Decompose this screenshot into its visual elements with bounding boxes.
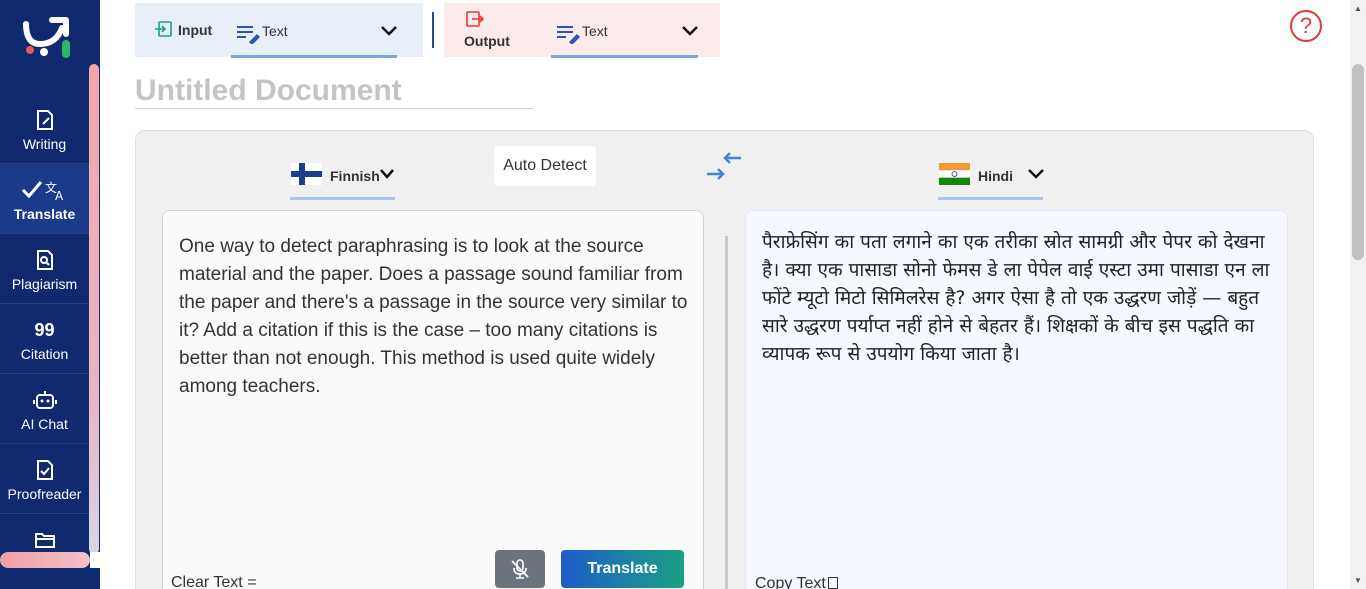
target-language-select[interactable]: Hindi — [938, 158, 1044, 200]
sidebar-bottom-bar — [0, 552, 90, 568]
sidebar-item-proofreader[interactable]: Proofreader — [0, 444, 89, 514]
sidebar-item-translate[interactable]: 文A Translate — [0, 164, 89, 234]
sidebar-item-label: Writing — [22, 136, 67, 152]
input-format-panel: Input Text — [135, 3, 423, 58]
copy-text-button[interactable]: Copy Text — [755, 575, 838, 589]
source-language-name: Finnish — [330, 168, 380, 184]
swap-languages-icon[interactable] — [705, 150, 743, 182]
output-format-panel: Output Text — [444, 3, 720, 58]
scrollbar-thumb[interactable] — [1352, 64, 1364, 260]
output-type-value: Text — [582, 23, 608, 39]
input-label: Input — [178, 22, 213, 38]
chevron-down-icon — [381, 26, 397, 36]
folder-icon — [0, 528, 89, 552]
page-scrollbar[interactable]: ▲ ▼ — [1350, 0, 1366, 589]
sidebar-item-writing[interactable]: Writing — [0, 94, 89, 164]
input-type-value: Text — [262, 23, 288, 39]
clear-text-button[interactable]: Clear Text = — [171, 574, 257, 589]
translate-icon: 文A — [0, 178, 89, 202]
source-text[interactable]: One way to detect paraphrasing is to loo… — [179, 233, 689, 401]
sidebar-item-label: AI Chat — [21, 416, 68, 432]
output-type-select[interactable]: Text — [551, 20, 698, 58]
sidebar-item-plagiarism[interactable]: Plagiarism — [0, 234, 89, 304]
sidebar-item-citation[interactable]: 99 Citation — [0, 304, 89, 374]
sidebar: Writing 文A Translate Plagiarism 99 Citat… — [0, 0, 100, 589]
chevron-down-icon — [682, 26, 698, 36]
input-type-select[interactable]: Text — [231, 20, 397, 58]
india-flag-icon — [939, 163, 970, 185]
input-icon — [155, 21, 172, 37]
sidebar-item-folder[interactable] — [0, 514, 89, 584]
mic-off-icon — [511, 559, 529, 579]
sidebar-item-label: Citation — [20, 346, 69, 362]
sidebar-item-label: Plagiarism — [11, 276, 78, 292]
output-label: Output — [464, 33, 510, 49]
panel-splitter[interactable] — [725, 236, 728, 589]
help-icon[interactable]: ? — [1290, 10, 1322, 42]
proofreader-icon — [0, 458, 89, 482]
scroll-up-icon[interactable]: ▲ — [1354, 4, 1362, 13]
plagiarism-icon — [0, 248, 89, 272]
robot-icon — [0, 388, 89, 412]
sidebar-scrollbar[interactable] — [89, 64, 99, 554]
copy-text-label: Copy Text — [755, 575, 826, 589]
auto-detect-button[interactable]: Auto Detect — [494, 146, 596, 186]
tab-divider — [432, 12, 434, 48]
target-language-name: Hindi — [978, 168, 1013, 184]
scroll-down-icon[interactable]: ▼ — [1354, 576, 1362, 585]
sidebar-bottom-gap — [90, 552, 100, 568]
sidebar-item-ai-chat[interactable]: AI Chat — [0, 374, 89, 444]
copy-icon — [827, 577, 838, 589]
sidebar-item-label: Proofreader — [7, 486, 82, 502]
svg-text:A: A — [55, 189, 64, 202]
text-format-icon — [557, 26, 580, 44]
citation-icon: 99 — [34, 319, 55, 340]
translate-button[interactable]: Translate — [561, 550, 684, 588]
sidebar-item-label: Translate — [13, 206, 76, 222]
title-underline — [135, 108, 533, 109]
translated-text: पैराफ्रेसिंग का पता लगाने का एक तरीका स्… — [762, 231, 1270, 365]
document-title[interactable]: Untitled Document — [135, 74, 402, 108]
writing-icon — [0, 108, 89, 132]
chevron-down-icon — [380, 169, 394, 179]
clear-text-label: Clear Text — [171, 574, 243, 589]
text-format-icon — [237, 26, 260, 44]
app-logo-icon[interactable] — [22, 14, 74, 62]
output-icon — [466, 11, 484, 27]
clear-icon: = — [247, 574, 257, 589]
source-language-select[interactable]: Finnish — [290, 158, 395, 200]
microphone-button[interactable] — [495, 550, 545, 588]
chevron-down-icon — [1028, 169, 1044, 179]
finland-flag-icon — [291, 163, 322, 185]
